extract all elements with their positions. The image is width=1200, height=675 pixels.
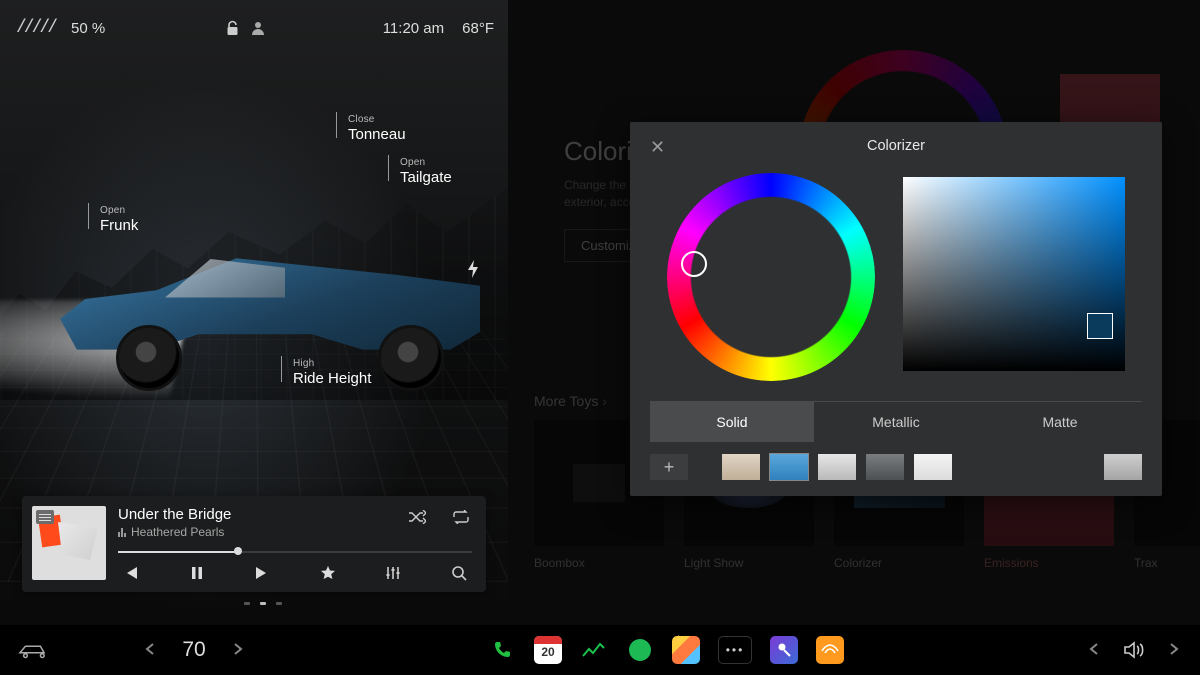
tailgate-caption: Open	[400, 157, 452, 168]
stocks-app[interactable]	[580, 636, 608, 664]
phone-app[interactable]	[488, 636, 516, 664]
swatch-gray[interactable]	[866, 454, 904, 480]
swatch-white[interactable]	[914, 454, 952, 480]
tailgate-control[interactable]: Open Tailgate	[400, 157, 452, 187]
frunk-caption: Open	[100, 205, 138, 216]
ride-height-label: Ride Height	[293, 371, 371, 388]
track-title[interactable]: Under the Bridge	[118, 506, 231, 523]
charge-bolt-icon[interactable]	[466, 260, 480, 278]
lock-icon[interactable]	[225, 20, 240, 36]
frunk-control[interactable]: Open Frunk	[100, 205, 138, 235]
finish-tab-matte[interactable]: Matte	[978, 402, 1142, 442]
next-track-button[interactable]	[251, 562, 273, 584]
karaoke-app[interactable]	[770, 636, 798, 664]
finish-tab-solid[interactable]: Solid	[650, 402, 814, 442]
swatch-silver[interactable]	[818, 454, 856, 480]
volume-down-button[interactable]	[1086, 640, 1102, 661]
equalizer-button[interactable]	[382, 562, 404, 584]
repeat-button[interactable]	[450, 506, 472, 528]
status-bar: ///// 50 % 11:20 am 68°F	[16, 14, 494, 42]
close-modal-button[interactable]: ✕	[650, 138, 665, 156]
battery-stripes-icon: /////	[16, 18, 55, 38]
car-icon[interactable]	[18, 636, 46, 664]
cabin-temperature[interactable]: 70	[176, 638, 212, 662]
hue-ring[interactable]	[667, 173, 875, 381]
colorizer-modal: ✕ Colorizer Solid Metallic Matte +	[630, 122, 1162, 496]
playlist-icon	[36, 510, 54, 524]
app-drawer-button[interactable]: •••	[718, 636, 752, 664]
now-playing-icon	[118, 527, 126, 537]
swatch-beige[interactable]	[722, 454, 760, 480]
swatch-blue[interactable]	[770, 454, 808, 480]
tonneau-caption: Close	[348, 114, 406, 125]
audible-app[interactable]	[816, 636, 844, 664]
ride-height-control[interactable]: High Ride Height	[293, 358, 371, 388]
temp-down-button[interactable]	[142, 640, 158, 661]
previous-track-button[interactable]	[120, 562, 142, 584]
temp-up-button[interactable]	[230, 640, 246, 661]
pause-button[interactable]	[186, 562, 208, 584]
ride-height-caption: High	[293, 358, 371, 369]
page-indicator[interactable]	[244, 602, 282, 605]
track-artist[interactable]: Heathered Pearls	[131, 525, 224, 539]
swatch-stainless-default[interactable]	[1104, 454, 1142, 480]
user-profile-icon[interactable]	[250, 20, 266, 36]
more-toys-link[interactable]: More Toys	[534, 393, 607, 409]
add-swatch-button[interactable]: +	[650, 454, 688, 480]
calendar-app[interactable]: 20	[534, 636, 562, 664]
battery-percent[interactable]: 50 %	[71, 20, 105, 37]
sv-cursor[interactable]	[1087, 313, 1113, 339]
saturation-value-box[interactable]	[903, 177, 1125, 371]
volume-icon[interactable]	[1120, 636, 1148, 664]
volume-up-button[interactable]	[1166, 640, 1182, 661]
bottom-dock: 70 20 •••	[0, 625, 1200, 675]
vehicle-model[interactable]	[60, 235, 480, 385]
theater-app[interactable]	[672, 636, 700, 664]
media-scrubber[interactable]	[118, 547, 472, 554]
tonneau-control[interactable]: Close Tonneau	[348, 114, 406, 144]
finish-tab-metallic[interactable]: Metallic	[814, 402, 978, 442]
favorite-button[interactable]	[317, 562, 339, 584]
tonneau-label: Tonneau	[348, 127, 406, 144]
media-player-card: Under the Bridge Heathered Pearls	[22, 496, 486, 592]
frunk-label: Frunk	[100, 218, 138, 235]
color-swatch-row: +	[650, 454, 1142, 480]
clock[interactable]: 11:20 am	[383, 20, 444, 37]
search-button[interactable]	[448, 562, 470, 584]
modal-title: Colorizer	[867, 138, 925, 154]
tailgate-label: Tailgate	[400, 170, 452, 187]
outside-temperature[interactable]: 68°F	[462, 20, 494, 37]
vehicle-visualization-pane: ///// 50 % 11:20 am 68°F Close Tonneau O…	[0, 0, 508, 625]
shuffle-button[interactable]	[406, 506, 428, 528]
finish-type-tabs: Solid Metallic Matte	[650, 401, 1142, 442]
album-art[interactable]	[32, 506, 106, 580]
spotify-app[interactable]	[626, 636, 654, 664]
hue-ring-cursor[interactable]	[681, 251, 707, 277]
